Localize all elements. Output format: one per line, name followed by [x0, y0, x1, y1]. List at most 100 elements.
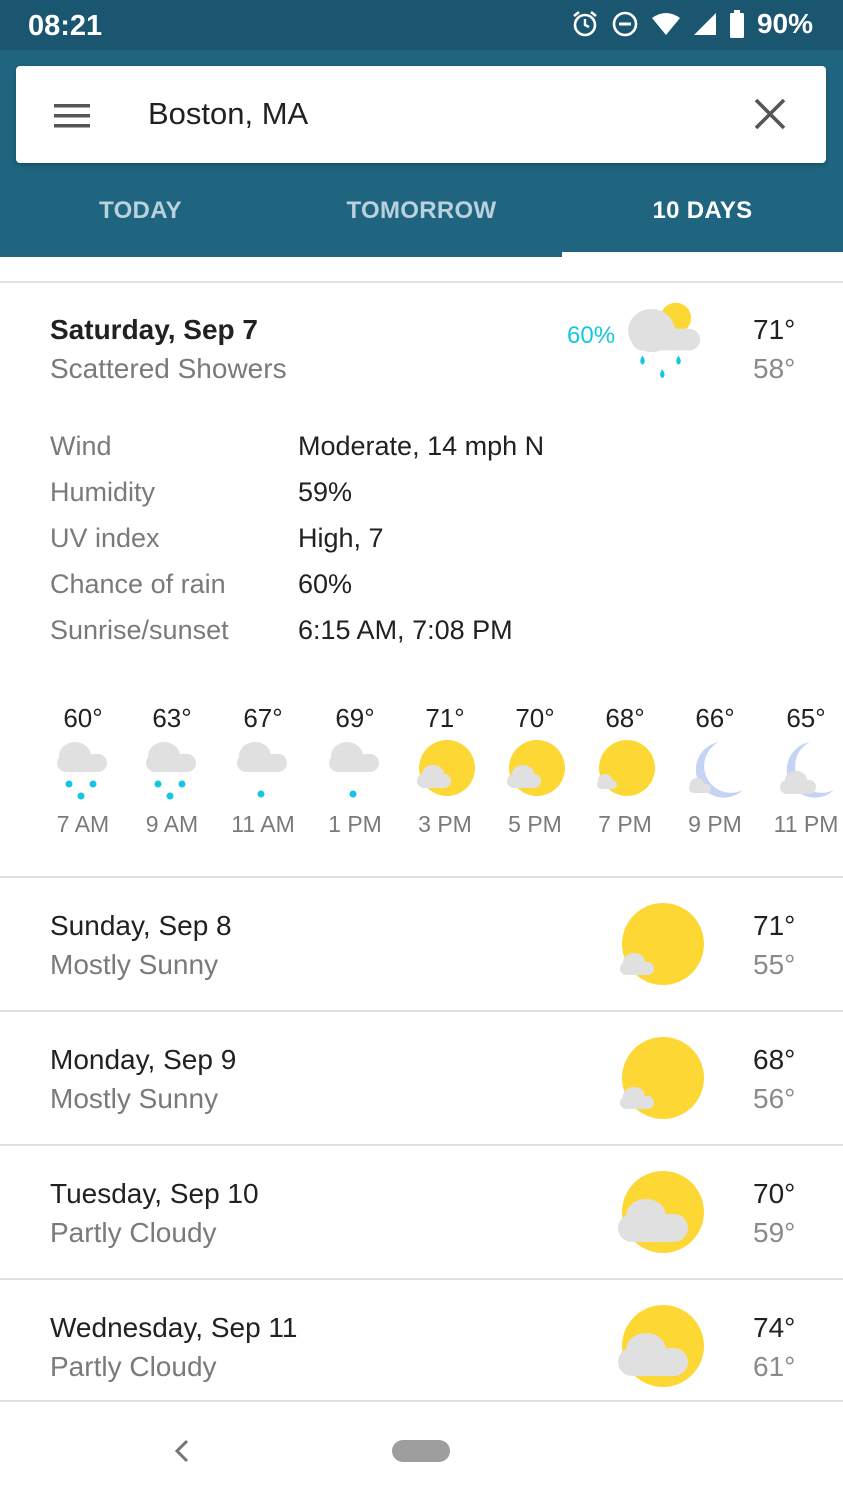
divider	[0, 1278, 843, 1280]
hour-temp: 63°	[152, 703, 192, 733]
sun-small-cloud-icon	[597, 740, 655, 796]
temp-low: 58°	[753, 353, 796, 384]
battery-icon	[729, 10, 744, 38]
location-text[interactable]: Boston, MA	[148, 96, 308, 132]
moon-cloud-icon	[689, 742, 743, 798]
tab-10-days[interactable]: 10 DAYS	[562, 186, 843, 257]
detail-label-sun: Sunrise/sunset	[50, 615, 229, 645]
day-condition: Partly Cloudy	[50, 1351, 217, 1382]
temp-high: 71°	[753, 910, 796, 941]
alarm-icon	[573, 10, 597, 37]
menu-icon[interactable]	[52, 96, 92, 136]
wifi-icon	[651, 13, 680, 35]
tab-today[interactable]: TODAY	[0, 186, 281, 257]
detail-value-rain: 60%	[298, 569, 353, 599]
hour-item: 63° 9 AM	[127, 700, 217, 838]
detail-label-humidity: Humidity	[50, 477, 156, 507]
cloud-rain-icon	[57, 742, 107, 800]
detail-label-rain: Chance of rain	[50, 569, 226, 599]
hour-time: 3 PM	[418, 811, 472, 837]
cloud-rain-icon	[146, 742, 196, 800]
temp-low: 56°	[753, 1083, 796, 1114]
mostly-sunny-icon	[620, 903, 704, 985]
hour-temp: 69°	[335, 703, 375, 733]
rain-cloud-sun-icon	[628, 302, 701, 379]
cloud-drizzle-icon	[237, 742, 287, 798]
hour-temp: 66°	[695, 703, 735, 733]
hour-item: 60° 7 AM	[38, 700, 128, 838]
hour-time: 1 PM	[328, 811, 382, 837]
day-title: Tuesday, Sep 10	[50, 1178, 259, 1209]
hour-temp: 60°	[63, 703, 103, 733]
do-not-disturb-icon	[612, 11, 638, 37]
detail-value-uv: High, 7	[298, 523, 384, 553]
hour-time: 11 AM	[231, 811, 295, 837]
hourly-forecast[interactable]: 60° 7 AM 63° 9 AM 67° 11 AM 69° 1 PM 71°…	[0, 700, 843, 840]
cloud-drizzle-icon	[329, 742, 379, 798]
detail-value-wind: Moderate, 14 mph N	[298, 431, 545, 461]
mostly-sunny-icon	[620, 1037, 704, 1119]
day-title: Saturday, Sep 7	[50, 314, 259, 345]
hour-time: 9 AM	[145, 811, 199, 837]
temp-low: 61°	[753, 1351, 796, 1382]
detail-label-wind: Wind	[50, 431, 112, 461]
signal-icon	[693, 13, 716, 35]
sun-cloud-icon	[507, 740, 565, 796]
back-icon[interactable]	[170, 1436, 194, 1466]
partly-cloudy-icon	[618, 1171, 704, 1253]
hour-item: 71° 3 PM	[400, 700, 490, 838]
partly-cloudy-icon	[618, 1305, 704, 1387]
detail-value-sun: 6:15 AM, 7:08 PM	[298, 615, 513, 645]
temp-high: 71°	[753, 314, 796, 345]
hour-item: 66° 9 PM	[670, 700, 760, 838]
temp-high: 68°	[753, 1044, 796, 1075]
home-pill-button[interactable]	[392, 1440, 450, 1462]
day-title: Monday, Sep 9	[50, 1044, 237, 1075]
detail-value-humidity: 59%	[298, 477, 353, 507]
day-title: Sunday, Sep 8	[50, 910, 232, 941]
hour-item: 69° 1 PM	[310, 700, 400, 838]
forecast-tabs: TODAY TOMORROW 10 DAYS	[0, 186, 843, 257]
hour-temp: 65°	[786, 703, 826, 733]
hour-temp: 70°	[515, 703, 555, 733]
hour-item: 67° 11 AM	[218, 700, 308, 838]
day-condition: Mostly Sunny	[50, 949, 219, 980]
divider	[0, 281, 843, 283]
hour-temp: 71°	[425, 703, 465, 733]
temp-high: 70°	[753, 1178, 796, 1209]
hour-temp: 68°	[605, 703, 645, 733]
hour-item: 65° 11 PM	[761, 700, 843, 838]
battery-percentage: 90%	[756, 8, 813, 39]
divider	[0, 876, 843, 878]
sun-cloud-icon	[417, 740, 475, 796]
active-tab-indicator	[562, 252, 843, 257]
hour-time: 11 PM	[773, 811, 839, 837]
day-condition: Scattered Showers	[50, 353, 287, 384]
precip-chance: 60%	[567, 322, 616, 349]
divider	[0, 1010, 843, 1012]
divider	[0, 1144, 843, 1146]
hour-time: 7 AM	[56, 811, 110, 837]
hour-time: 7 PM	[598, 811, 652, 837]
tab-tomorrow[interactable]: TOMORROW	[281, 186, 562, 257]
status-bar: 08:21 90%	[0, 0, 843, 50]
temp-low: 55°	[753, 949, 796, 980]
hour-time: 5 PM	[508, 811, 562, 837]
location-search-bar[interactable]: Boston, MA	[16, 66, 826, 163]
app-header: 08:21 90% Boston, MA TODAY TOMORROW 10 D…	[0, 0, 843, 257]
close-icon[interactable]	[752, 96, 788, 132]
moon-cloud-icon	[780, 742, 834, 798]
hour-item: 70° 5 PM	[490, 700, 580, 838]
temp-high: 74°	[753, 1312, 796, 1343]
status-time: 08:21	[28, 10, 103, 42]
temp-low: 59°	[753, 1217, 796, 1248]
day-title: Wednesday, Sep 11	[50, 1312, 298, 1343]
detail-label-uv: UV index	[50, 523, 160, 553]
status-icons: 90%	[571, 8, 813, 40]
hour-temp: 67°	[243, 703, 283, 733]
day-condition: Mostly Sunny	[50, 1083, 219, 1114]
system-navigation-bar	[0, 1402, 843, 1498]
hour-item: 68° 7 PM	[580, 700, 670, 838]
hour-time: 9 PM	[688, 811, 742, 837]
day-condition: Partly Cloudy	[50, 1217, 217, 1248]
